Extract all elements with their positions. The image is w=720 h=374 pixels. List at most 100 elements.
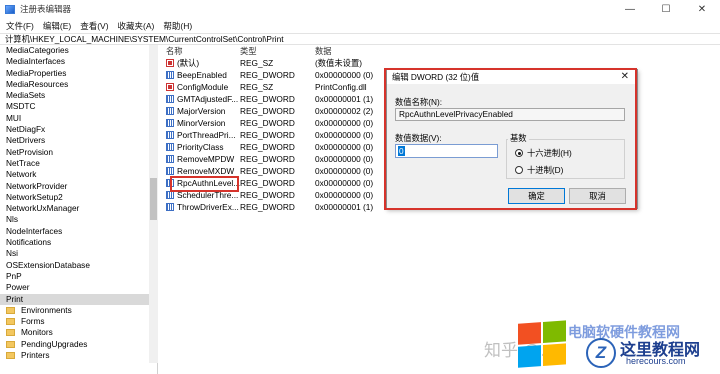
tree-child-label: Monitors [21,327,53,338]
address-bar[interactable]: 计算机\HKEY_LOCAL_MACHINE\SYSTEM\CurrentCon… [0,33,720,45]
value-data-label: 数值数据(V): [395,133,442,143]
reg-binary-icon [166,107,174,115]
value-name-cell: PortThreadPri... [160,130,240,140]
radio-hex[interactable]: 十六进制(H) [515,147,572,159]
value-name-text: MajorVersion [177,106,226,116]
tree-item[interactable]: NetDrivers [0,135,157,146]
tree-item[interactable]: MediaResources [0,79,157,90]
tree-child-item[interactable]: Environments [0,305,157,316]
folder-icon [6,329,15,337]
column-header-type[interactable]: 类型 [240,45,315,57]
tree-item[interactable]: NetTrace [0,158,157,169]
ok-button[interactable]: 确定 [508,188,565,204]
value-data-cell: (数值未设置) [315,58,363,68]
registry-editor-icon [5,4,15,14]
value-name-cell: GMTAdjustedF... [160,94,240,104]
tree-item[interactable]: MUI [0,113,157,124]
radio-dec-indicator[interactable] [515,166,523,174]
tree-item[interactable]: MSDTC [0,101,157,112]
value-type-cell: REG_DWORD [240,190,295,200]
value-name-text: (默认) [177,58,200,68]
tree-item[interactable]: MediaProperties [0,68,157,79]
tree-item[interactable]: NodeInterfaces [0,226,157,237]
tree-item[interactable]: Nsi [0,248,157,259]
tree-item[interactable]: NetworkUxManager [0,203,157,214]
tree-item[interactable]: MediaCategories [0,45,157,56]
value-name-text: PortThreadPri... [177,130,236,140]
menu-file[interactable]: 文件(F) [6,20,34,32]
value-row[interactable]: (默认) REG_SZ (数值未设置) [160,57,720,69]
value-type-cell: REG_DWORD [240,178,295,188]
key-tree: MediaCategories MediaInterfaces MediaPrope… [0,45,158,374]
value-name-text: RemoveMXDW [177,166,235,176]
maximize-button[interactable]: ☐ [648,0,684,18]
tree-child-label: Forms [21,316,45,327]
radio-dec[interactable]: 十进制(D) [515,164,563,176]
tree-child-item[interactable]: PendingUpgrades [0,339,157,350]
window-controls: — ☐ ✕ [612,0,720,18]
value-type-cell: REG_DWORD [240,106,295,116]
dialog-title: 编辑 DWORD (32 位)值 [392,72,480,82]
tree-child-label: Printers [21,350,50,361]
site-logo-icon: Z [586,338,616,368]
tree-item[interactable]: Nls [0,214,157,225]
tree-child-label: PendingUpgrades [21,338,88,349]
value-type-cell: REG_DWORD [240,118,295,128]
menu-view[interactable]: 查看(V) [80,20,108,32]
value-data-text: 0 [398,146,405,156]
value-name-cell: BeepEnabled [160,70,240,80]
tree-item[interactable]: Power [0,282,157,293]
value-name-text: GMTAdjustedF... [177,94,239,104]
folder-icon [6,318,15,326]
radio-hex-indicator[interactable] [515,149,523,157]
menu-favorites[interactable]: 收藏夹(A) [118,20,155,32]
reg-binary-icon [166,131,174,139]
value-type-cell: REG_DWORD [240,142,295,152]
tree-item[interactable]: Network [0,169,157,180]
value-type-cell: REG_SZ [240,58,274,68]
reg-binary-icon [166,191,174,199]
column-header-data[interactable]: 数据 [315,45,475,57]
menu-edit[interactable]: 编辑(E) [43,20,71,32]
column-header-name[interactable]: 名称 [160,45,240,57]
list-header: 名称 类型 数据 [160,45,720,57]
tree-item[interactable]: MediaSets [0,90,157,101]
tree-item[interactable]: Notifications [0,237,157,248]
tree-item[interactable]: PnP [0,271,157,282]
radio-dec-label: 十进制(D) [527,165,564,175]
reg-binary-icon [166,95,174,103]
minimize-button[interactable]: — [612,0,648,18]
value-name-cell: RemoveMPDW [160,154,240,164]
tree-child-item[interactable]: Forms [0,316,157,327]
base-label: 基数 [508,132,529,144]
tree-child-item[interactable]: Printers [0,350,157,361]
value-name-cell: RemoveMXDW [160,166,240,176]
value-name-cell: (默认) [160,57,240,69]
close-button[interactable]: ✕ [684,0,720,18]
folder-icon [6,306,15,314]
value-name-text: BeepEnabled [177,70,227,80]
cancel-button[interactable]: 取消 [569,188,626,204]
value-data-input[interactable]: 0 [395,144,498,158]
value-name-field: RpcAuthnLevelPrivacyEnabled [395,108,625,121]
edit-dword-dialog: 编辑 DWORD (32 位)值 ✕ 数值名称(N): RpcAuthnLeve… [386,69,638,209]
reg-binary-icon [166,155,174,163]
value-type-cell: REG_DWORD [240,94,295,104]
tree-item[interactable]: Print [0,293,157,305]
reg-binary-icon [166,143,174,151]
value-type-cell: REG_DWORD [240,70,295,80]
tree-item[interactable]: MediaInterfaces [0,56,157,67]
value-type-cell: REG_DWORD [240,166,295,176]
tree-item[interactable]: NetDiagFx [0,124,157,135]
title-bar: 注册表编辑器 — ☐ ✕ [0,0,720,18]
folder-icon [6,352,15,360]
tree-item[interactable]: NetProvision [0,147,157,158]
tree-item[interactable]: NetworkProvider [0,181,157,192]
reg-binary-icon [166,119,174,127]
tree-item[interactable]: NetworkSetup2 [0,192,157,203]
tree-scrollbar-thumb[interactable] [150,178,157,220]
menu-help[interactable]: 帮助(H) [163,20,192,32]
tree-child-item[interactable]: Monitors [0,327,157,338]
tree-item[interactable]: OSExtensionDatabase [0,260,157,271]
dialog-close-icon[interactable]: ✕ [621,71,629,82]
